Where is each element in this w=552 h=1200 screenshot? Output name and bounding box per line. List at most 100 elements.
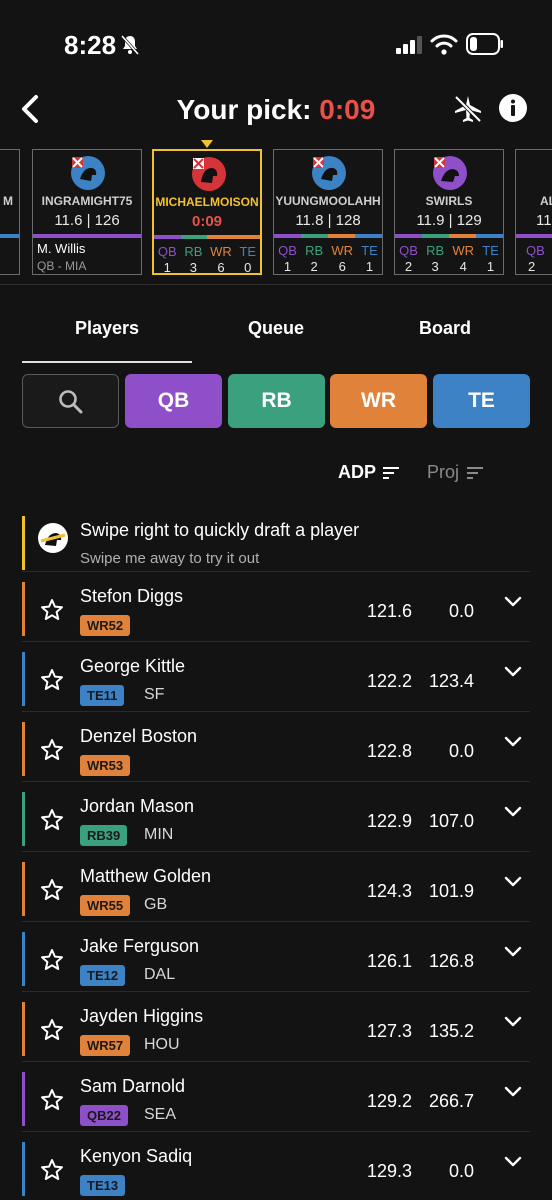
position-accent: [22, 1072, 25, 1126]
swipe-tip-banner[interactable]: Swipe right to quickly draft a player Sw…: [22, 516, 530, 570]
star-icon[interactable]: [40, 1018, 64, 1042]
chevron-down-icon[interactable]: [504, 946, 522, 958]
player-name: Kenyon Sadiq: [80, 1146, 193, 1166]
title-prefix: Your pick:: [176, 94, 320, 125]
player-proj: 126.8: [428, 951, 474, 971]
player-team: HOU: [144, 1036, 180, 1053]
star-icon[interactable]: [40, 738, 64, 762]
player-row[interactable]: Denzel Boston WR53 122.8 0.0: [22, 711, 530, 781]
draft-board-strip: M INGRAMIGHT75 11.6 | 126 M. Willis QB -…: [0, 138, 552, 278]
player-adp: 129.2: [366, 1091, 412, 1111]
chevron-down-icon[interactable]: [504, 876, 522, 888]
position-accent: [22, 722, 25, 776]
player-name: Matthew Golden: [80, 866, 212, 886]
player-row[interactable]: Matthew Golden WR55 GB 124.3 101.9: [22, 851, 530, 921]
filter-rb[interactable]: RB: [228, 374, 325, 428]
star-icon[interactable]: [40, 668, 64, 692]
filter-te[interactable]: TE: [433, 374, 530, 428]
player-team: MIN: [144, 826, 174, 843]
filter-wr[interactable]: WR: [330, 374, 427, 428]
position-rank-badge: WR52: [80, 615, 131, 636]
player-row[interactable]: Stefon Diggs WR52 121.6 0.0: [22, 571, 530, 641]
pos-count-rb: 2: [310, 259, 318, 274]
player-row[interactable]: Jordan Mason RB39 MIN 122.9 107.0: [22, 781, 530, 851]
player-row[interactable]: Jayden Higgins WR57 HOU 127.3 135.2: [22, 991, 530, 1061]
star-icon[interactable]: [40, 598, 64, 622]
card-color-bar: [274, 234, 382, 238]
pick-timer: 0:09: [319, 94, 376, 125]
position-rank-badge: RB39: [80, 825, 128, 846]
player-proj: 0.0: [448, 741, 474, 761]
player-name: Jake Ferguson: [80, 936, 200, 956]
chevron-down-icon[interactable]: [504, 1156, 522, 1168]
tab-players[interactable]: Players: [22, 318, 192, 339]
card-color-bar: [516, 234, 552, 238]
star-icon[interactable]: [40, 948, 64, 972]
card-meta: 11.: [536, 212, 552, 229]
draft-card[interactable]: SWIRLS 11.9 | 129 QB 2 RB 3 WR 4 TE 1: [394, 149, 504, 275]
pos-label-te: TE: [361, 243, 378, 258]
player-name: Jayden Higgins: [80, 1006, 204, 1026]
player-row[interactable]: Kenyon Sadiq TE13 129.3 0.0: [22, 1131, 530, 1200]
star-icon[interactable]: [40, 878, 64, 902]
sort-adp[interactable]: ADP: [338, 462, 376, 483]
pos-label-qb: QB: [526, 243, 545, 258]
chevron-down-icon[interactable]: [504, 596, 522, 608]
player-proj: 0.0: [448, 1161, 474, 1181]
card-color-bar: [33, 234, 141, 238]
draft-card-partial-right[interactable]: AL 11. QB 2: [515, 149, 552, 275]
pos-count-wr: 6: [217, 260, 225, 275]
search-icon: [59, 390, 83, 414]
player-row[interactable]: Sam Darnold QB22 SEA 129.2 266.7: [22, 1061, 530, 1131]
draft-card[interactable]: INGRAMIGHT75 11.6 | 126 M. Willis QB - M…: [32, 149, 142, 275]
player-team: DAL: [144, 966, 176, 983]
pos-count-wr: 4: [459, 259, 467, 274]
tab-queue[interactable]: Queue: [191, 318, 361, 339]
tab-board[interactable]: Board: [360, 318, 530, 339]
autopilot-off-icon[interactable]: [452, 93, 484, 125]
star-icon[interactable]: [40, 1158, 64, 1182]
chevron-down-icon[interactable]: [504, 1016, 522, 1028]
star-icon[interactable]: [40, 808, 64, 832]
position-accent: [22, 1002, 25, 1056]
info-icon[interactable]: [498, 93, 528, 123]
filter-qb[interactable]: QB: [125, 374, 222, 428]
player-adp: 122.9: [366, 811, 412, 831]
header: Your pick: 0:09: [0, 90, 552, 130]
search-button[interactable]: [22, 374, 119, 428]
pos-label-qb: QB: [278, 243, 297, 258]
chevron-down-icon[interactable]: [504, 1086, 522, 1098]
card-name: INGRAMIGHT75: [41, 194, 133, 208]
player-name: Stefon Diggs: [80, 586, 184, 606]
status-time: 8:28: [64, 30, 117, 60]
position-rank-badge: QB22: [80, 1105, 128, 1126]
draft-card-partial-left[interactable]: M: [0, 149, 20, 275]
card-meta: 11.9 | 129: [416, 212, 482, 229]
player-proj: 123.4: [428, 671, 474, 691]
chevron-down-icon[interactable]: [504, 806, 522, 818]
chevron-down-icon[interactable]: [504, 666, 522, 678]
card-pick-detail: QB - MIA: [37, 259, 87, 273]
position-rank-badge: WR55: [80, 895, 131, 916]
card-color-bar: [154, 235, 260, 239]
position-accent: [22, 582, 25, 636]
sort-proj[interactable]: Proj: [427, 462, 459, 483]
player-adp: 129.3: [366, 1161, 412, 1181]
position-rank-badge: TE12: [80, 965, 126, 986]
player-team: SEA: [144, 1106, 177, 1123]
card-name: YUUNGMOOLAHH: [275, 194, 381, 208]
card-name: M: [3, 194, 13, 208]
player-row[interactable]: Jake Ferguson TE12 DAL 126.1 126.8: [22, 921, 530, 991]
sort-lines-icon: [467, 467, 483, 479]
player-proj: 107.0: [428, 811, 474, 831]
draft-card[interactable]: YUUNGMOOLAHH 11.8 | 128 QB 1 RB 2 WR 6 TE 1: [273, 149, 383, 275]
draft-card-active[interactable]: MICHAELMOISON 0:09 QB 1 RB 3 WR 6 TE 0: [152, 149, 262, 275]
player-proj: 266.7: [428, 1091, 474, 1111]
player-row[interactable]: George Kittle TE11 SF 122.2 123.4: [22, 641, 530, 711]
star-icon[interactable]: [40, 1088, 64, 1112]
tip-title: Swipe right to quickly draft a player: [80, 520, 360, 540]
player-name: Sam Darnold: [80, 1076, 186, 1096]
chevron-down-icon[interactable]: [504, 736, 522, 748]
position-accent: [22, 932, 25, 986]
sort-row: ADP Proj: [0, 462, 552, 486]
